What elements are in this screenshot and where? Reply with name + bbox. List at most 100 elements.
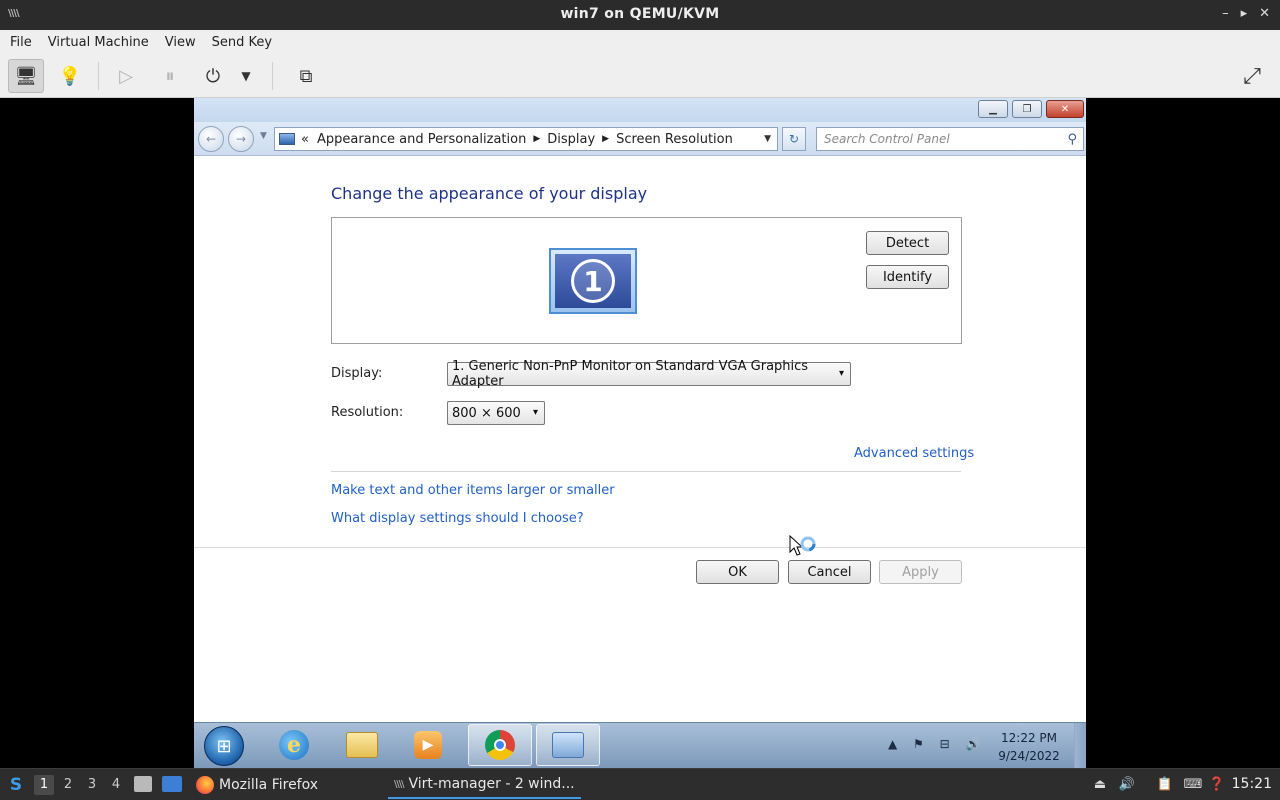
refresh-button[interactable]: ↻ [782,127,806,151]
breadcrumb-arrow-icon[interactable]: ▶ [533,134,540,144]
media-player-icon: ▶ [414,731,442,759]
guest-clock[interactable]: 12:22 PM 9/24/2022 [994,729,1064,765]
toolbar: 🖥 💡 ▷ ⏸ ⏻ ▼ ⧉ ⤢ [0,54,1280,98]
volume-icon[interactable]: 🔊 [1118,775,1136,793]
monitor-number: 1 [571,259,615,303]
busy-cursor-icon [789,534,816,556]
console-view-button[interactable]: 🖥 [8,59,44,93]
chevron-down-icon: ▾ [532,407,538,418]
shutdown-button[interactable]: ⏻ [195,59,231,93]
taskbar-control-panel[interactable] [536,724,600,766]
breadcrumb-display[interactable]: Display [547,132,595,147]
taskbar-internet-explorer[interactable]: e [262,724,326,766]
minimize-window-button[interactable]: – [1222,6,1229,21]
search-input[interactable] [817,128,1053,150]
guest-display[interactable]: ▁ ❐ ✕ ← → ▼ « Appearance and Personaliza… [0,98,1280,768]
minimize-icon: ▁ [989,103,997,115]
ok-button[interactable]: OK [696,560,779,584]
identify-button[interactable]: Identify [866,265,949,289]
app-menu-button[interactable]: S [4,773,28,797]
monitor-1-icon[interactable]: 1 [549,248,637,314]
menu-bar: File Virtual Machine View Send Key [0,30,1280,54]
back-arrow-icon: ← [205,132,217,146]
guest-maximize-button[interactable]: ❐ [1012,100,1042,118]
host-panel: S 1 2 3 4 Mozilla Firefox \\\\ Virt-mana… [0,768,1280,800]
address-bar[interactable]: « Appearance and Personalization ▶ Displ… [274,127,778,151]
refresh-icon: ↻ [788,132,800,146]
breadcrumb-appearance[interactable]: Appearance and Personalization [317,132,526,147]
clipboard-icon[interactable]: 📋 [1156,775,1174,793]
resolution-label: Resolution: [331,405,404,420]
system-tray-icons[interactable]: ▲ ⚑ ⊟ 🔊 [888,737,986,751]
fullscreen-button[interactable]: ⤢ [1234,59,1270,93]
taskbar-chrome[interactable] [468,724,532,766]
chevron-down-icon: ▼ [241,69,251,83]
recent-pages-button[interactable]: ▼ [260,131,267,141]
guest-time: 12:22 PM [1001,731,1057,745]
fullscreen-icon: ⤢ [1243,63,1261,89]
advanced-settings-link[interactable]: Advanced settings [854,446,974,461]
details-view-button[interactable]: 💡 [52,59,88,93]
footer-divider [194,547,1086,548]
snapshots-button[interactable]: ⧉ [288,59,324,93]
apply-button[interactable]: Apply [879,560,962,584]
help-icon[interactable]: ❓ [1208,775,1226,793]
run-button[interactable]: ▷ [108,59,144,93]
menu-send-key[interactable]: Send Key [204,35,280,50]
start-button[interactable]: ⊞ [204,726,244,766]
taskbar-media-player[interactable]: ▶ [396,724,460,766]
text-size-link[interactable]: Make text and other items larger or smal… [331,483,615,498]
file-manager-icon[interactable] [134,776,152,792]
page-title: Change the appearance of your display [331,184,648,203]
search-box: ⚲ [816,127,1084,151]
forward-arrow-icon: → [235,132,247,146]
back-button[interactable]: ← [198,126,224,152]
forward-button[interactable]: → [228,126,254,152]
pause-icon: ⏸ [165,65,175,87]
address-dropdown-icon[interactable]: ▼ [764,134,771,144]
maximize-window-button[interactable]: ▸ [1241,6,1248,21]
desktop-switch-3[interactable]: 3 [82,775,102,795]
show-desktop-icon[interactable] [162,776,182,792]
resolution-select[interactable]: 800 × 600 ▾ [447,401,545,425]
address-toolbar: ← → ▼ « Appearance and Personalization ▶… [194,122,1086,156]
display-help-link[interactable]: What display settings should I choose? [331,511,584,526]
desktop-switch-4[interactable]: 4 [106,775,126,795]
task-label: Mozilla Firefox [219,777,319,793]
show-desktop-button[interactable] [1074,723,1086,768]
breadcrumb-arrow-icon[interactable]: ▶ [602,134,609,144]
detect-button[interactable]: Detect [866,231,949,255]
keyboard-icon[interactable]: ⌨ [1184,775,1203,793]
firefox-icon [196,776,214,794]
menu-view[interactable]: View [157,35,204,50]
chrome-icon [485,730,515,760]
menu-virtual-machine[interactable]: Virtual Machine [40,35,157,50]
task-firefox[interactable]: Mozilla Firefox [190,771,324,799]
guest-taskbar: ⊞ e ▶ ▲ ⚑ ⊟ 🔊 12:22 PM 9/24/2022 [194,722,1086,768]
pause-button[interactable]: ⏸ [152,59,188,93]
screen-resolution-window: ▁ ❐ ✕ ← → ▼ « Appearance and Personaliza… [194,98,1086,768]
shutdown-menu-button[interactable]: ▼ [234,59,258,93]
breadcrumb-screen-resolution[interactable]: Screen Resolution [616,132,733,147]
taskbar-explorer[interactable] [330,724,394,766]
guest-minimize-button[interactable]: ▁ [978,100,1008,118]
removable-media-icon[interactable]: ⏏ [1091,775,1109,793]
breadcrumb-overflow[interactable]: « [301,132,309,147]
desktop-switch-2[interactable]: 2 [58,775,78,795]
task-virt-manager[interactable]: \\\\ Virt-manager - 2 wind... [388,771,581,799]
divider [331,471,961,472]
close-window-button[interactable]: ✕ [1259,6,1270,21]
lightbulb-icon: 💡 [58,65,82,87]
display-select[interactable]: 1. Generic Non-PnP Monitor on Standard V… [447,359,851,389]
internet-explorer-icon: e [279,730,309,760]
window-title: win7 on QEMU/KVM [560,6,720,22]
menu-file[interactable]: File [2,35,40,50]
desktop-switch-1[interactable]: 1 [34,775,54,795]
folder-icon [346,732,378,758]
host-clock[interactable]: 15:21 [1232,776,1272,792]
window-titlebar: \\\\ win7 on QEMU/KVM – ▸ ✕ [0,0,1280,30]
guest-date: 9/24/2022 [998,749,1060,763]
display-select-value: 1. Generic Non-PnP Monitor on Standard V… [452,359,809,389]
search-icon[interactable]: ⚲ [1067,132,1077,147]
guest-close-button[interactable]: ✕ [1046,100,1084,118]
